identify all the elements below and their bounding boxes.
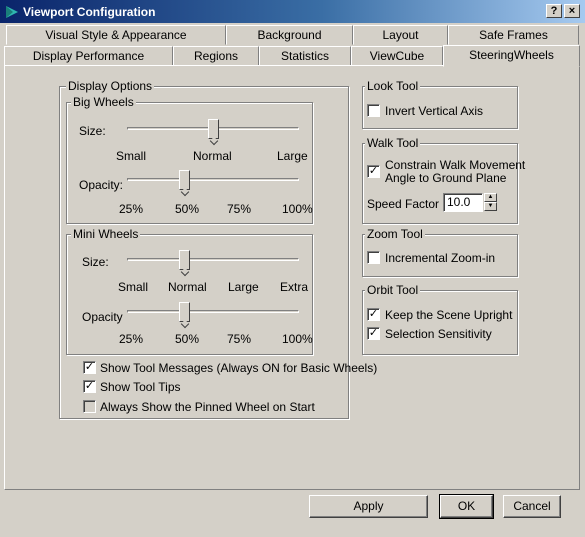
- window-title: Viewport Configuration: [23, 5, 156, 19]
- mini-opacity-tick-100: 100%: [282, 332, 313, 346]
- title-bar[interactable]: Viewport Configuration ? ×: [0, 0, 585, 24]
- big-size-tick-small: Small: [116, 149, 147, 163]
- big-opacity-tick-25: 25%: [119, 202, 144, 216]
- mini-wheels-legend: Mini Wheels: [71, 227, 141, 241]
- mini-opacity-slider[interactable]: [178, 302, 190, 322]
- constrain-walk-label-line1: Constrain Walk Movement: [385, 158, 526, 172]
- apply-button[interactable]: Apply: [309, 495, 428, 518]
- tab-visual-style[interactable]: Visual Style & Appearance: [6, 25, 226, 45]
- cancel-button[interactable]: Cancel: [503, 495, 561, 518]
- help-button[interactable]: ?: [546, 4, 562, 18]
- mini-opacity-tick-75: 75%: [227, 332, 252, 346]
- show-tool-messages-checkbox[interactable]: ✓: [83, 361, 96, 374]
- tab-layout[interactable]: Layout: [353, 25, 448, 45]
- mini-opacity-tick-25: 25%: [119, 332, 144, 346]
- big-opacity-slider[interactable]: [178, 170, 190, 190]
- big-opacity-label: Opacity:: [79, 178, 124, 192]
- incremental-zoom-checkbox[interactable]: [367, 251, 380, 264]
- tab-regions[interactable]: Regions: [173, 46, 259, 66]
- incremental-zoom-label: Incremental Zoom-in: [385, 251, 496, 265]
- mini-size-track: [127, 258, 299, 261]
- look-tool-legend: Look Tool: [365, 79, 421, 93]
- mini-size-tick-extra: Extra: [280, 280, 309, 294]
- speed-factor-input[interactable]: 10.0: [443, 193, 483, 212]
- walk-tool-legend: Walk Tool: [365, 136, 421, 150]
- keep-upright-checkbox[interactable]: ✓: [367, 308, 380, 321]
- orbit-tool-legend: Orbit Tool: [365, 283, 421, 297]
- constrain-walk-checkbox[interactable]: ✓: [367, 165, 380, 178]
- always-show-pinned-label: Always Show the Pinned Wheel on Start: [100, 400, 315, 414]
- keep-upright-label: Keep the Scene Upright: [385, 308, 513, 322]
- mini-size-tick-small: Small: [118, 280, 149, 294]
- show-tool-tips-checkbox[interactable]: ✓: [83, 380, 96, 393]
- spinner-down-icon[interactable]: ▼: [484, 202, 497, 211]
- big-size-tick-large: Large: [277, 149, 308, 163]
- big-wheels-legend: Big Wheels: [71, 95, 136, 109]
- show-tool-messages-label: Show Tool Messages (Always ON for Basic …: [100, 361, 378, 375]
- big-size-label: Size:: [79, 124, 106, 138]
- tab-display-performance[interactable]: Display Performance: [4, 46, 173, 66]
- show-tool-tips-label: Show Tool Tips: [100, 380, 181, 394]
- mini-opacity-label: Opacity: [82, 310, 123, 324]
- mini-size-label: Size:: [82, 255, 109, 269]
- close-button[interactable]: ×: [564, 4, 580, 18]
- tab-background[interactable]: Background: [226, 25, 353, 45]
- always-show-pinned-checkbox[interactable]: [83, 400, 96, 413]
- big-opacity-tick-75: 75%: [227, 202, 252, 216]
- tab-viewcube[interactable]: ViewCube: [351, 46, 443, 66]
- invert-vertical-label: Invert Vertical Axis: [385, 104, 484, 118]
- big-size-tick-normal: Normal: [193, 149, 232, 163]
- tab-safe-frames[interactable]: Safe Frames: [448, 25, 579, 45]
- app-icon: [6, 6, 18, 18]
- mini-size-tick-normal: Normal: [168, 280, 207, 294]
- mini-size-slider[interactable]: [178, 250, 190, 270]
- big-opacity-tick-50: 50%: [175, 202, 200, 216]
- big-size-slider[interactable]: [207, 119, 219, 139]
- mini-size-tick-large: Large: [228, 280, 259, 294]
- mini-opacity-track: [127, 310, 299, 313]
- invert-vertical-checkbox[interactable]: [367, 104, 380, 117]
- selection-sensitivity-checkbox[interactable]: ✓: [367, 327, 380, 340]
- constrain-walk-label-line2: Angle to Ground Plane: [385, 171, 507, 185]
- spinner-up-icon[interactable]: ▲: [484, 193, 497, 202]
- mini-opacity-tick-50: 50%: [175, 332, 200, 346]
- speed-factor-label: Speed Factor: [367, 197, 440, 211]
- big-opacity-track: [127, 178, 299, 181]
- big-opacity-tick-100: 100%: [282, 202, 313, 216]
- orbit-tool-group: Orbit Tool: [362, 283, 518, 355]
- tab-steeringwheels[interactable]: SteeringWheels: [443, 45, 580, 67]
- display-options-legend: Display Options: [66, 79, 155, 93]
- ok-button[interactable]: OK: [439, 494, 494, 519]
- zoom-tool-legend: Zoom Tool: [365, 227, 425, 241]
- selection-sensitivity-label: Selection Sensitivity: [385, 327, 492, 341]
- speed-factor-spinner[interactable]: ▲ ▼: [484, 193, 497, 212]
- tab-statistics[interactable]: Statistics: [259, 46, 351, 66]
